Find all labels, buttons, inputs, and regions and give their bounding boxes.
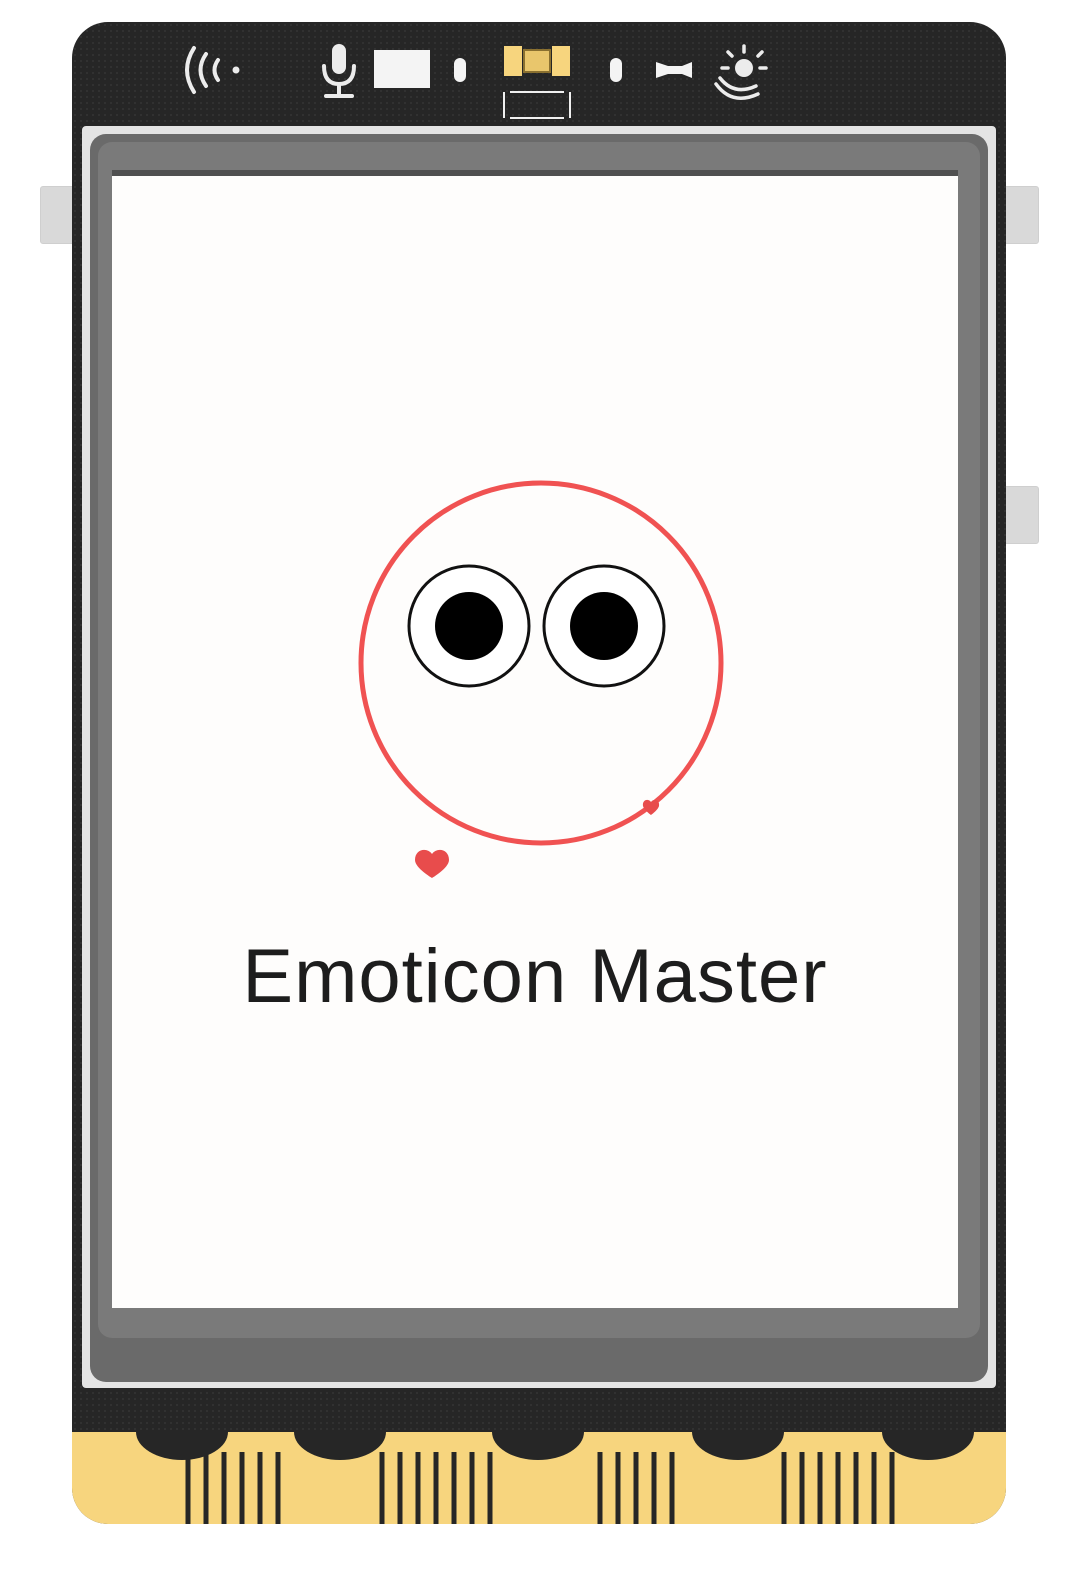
reset-button-side[interactable] xyxy=(1003,486,1039,544)
left-eye xyxy=(407,564,531,688)
app-title: Emoticon Master xyxy=(242,934,828,1019)
buzzer-icon xyxy=(656,62,692,78)
sensor-strip xyxy=(185,44,768,119)
emoticon-face xyxy=(358,480,724,878)
button-b-side[interactable] xyxy=(1003,186,1039,244)
heart-icon xyxy=(415,849,449,878)
right-pupil xyxy=(570,592,638,660)
right-eye xyxy=(542,564,666,688)
sun-icon xyxy=(714,44,768,100)
wireless-icon xyxy=(185,46,240,94)
led-indicator-left xyxy=(454,58,466,82)
edge-connector xyxy=(72,1432,1006,1524)
face-outline xyxy=(358,480,724,846)
light-sensor-window xyxy=(374,50,430,88)
button-a-side[interactable] xyxy=(40,186,76,244)
left-pupil xyxy=(435,592,503,660)
device-board: Emoticon Master xyxy=(72,22,1006,1524)
microphone-icon xyxy=(322,44,356,98)
lcd-screen: Emoticon Master xyxy=(112,170,958,1308)
led-indicator-right xyxy=(610,58,622,82)
rgb-led-chip xyxy=(503,46,571,119)
